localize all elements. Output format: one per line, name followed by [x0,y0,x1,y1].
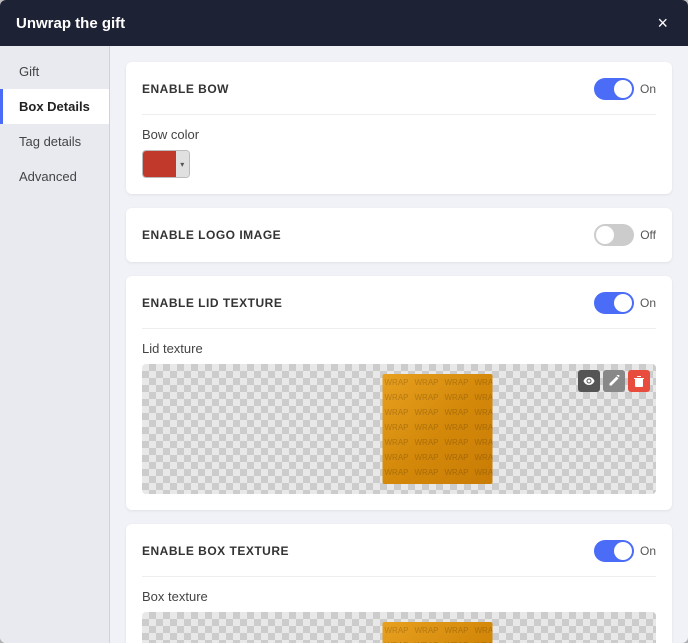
enable-lid-header: ENABLE LID TEXTURE On [142,292,656,314]
enable-logo-section: ENABLE LOGO IMAGE Off [126,208,672,262]
box-texture-image: WRAP [383,622,493,643]
sidebar: Gift Box Details Tag details Advanced [0,46,110,643]
lid-texture-image: WRAP [383,374,493,484]
toggle-thumb-logo [596,226,614,244]
close-button[interactable]: × [653,10,672,36]
modal-header: Unwrap the gift × [0,0,688,46]
lid-texture-pattern: WRAP [383,374,493,484]
main-content: ENABLE BOW On Bow color ▾ [110,46,688,643]
lid-texture-label: Lid texture [142,341,656,356]
enable-logo-title: ENABLE LOGO IMAGE [142,228,281,242]
enable-lid-title: ENABLE LID TEXTURE [142,296,282,310]
enable-bow-section: ENABLE BOW On Bow color ▾ [126,62,672,194]
enable-box-header: ENABLE BOX TEXTURE On [142,540,656,562]
modal: Unwrap the gift × Gift Box Details Tag d… [0,0,688,643]
lid-texture-preview: WRAP [142,364,656,494]
enable-bow-toggle[interactable] [594,78,634,100]
color-swatch [143,150,176,178]
box-texture-pattern: WRAP [383,622,493,643]
enable-bow-toggle-wrapper: On [594,78,656,100]
sidebar-item-advanced[interactable]: Advanced [0,159,109,194]
bow-color-picker[interactable]: ▾ [142,150,190,178]
lid-texture-delete-button[interactable] [628,370,650,392]
box-texture-container: Box texture WRAP [142,576,656,643]
trash-icon [633,375,645,387]
edit-icon [608,375,620,387]
enable-logo-toggle-label: Off [640,228,656,242]
toggle-thumb-lid [614,294,632,312]
sidebar-item-box-details[interactable]: Box Details [0,89,109,124]
enable-logo-toggle-wrapper: Off [594,224,656,246]
lid-texture-actions [578,370,650,392]
enable-logo-toggle[interactable] [594,224,634,246]
sidebar-item-gift[interactable]: Gift [0,54,109,89]
box-texture-preview: WRAP [142,612,656,643]
enable-lid-toggle-label: On [640,296,656,310]
bow-color-label: Bow color [142,127,656,142]
bow-color-container: Bow color ▾ [142,114,656,178]
modal-title: Unwrap the gift [16,15,125,32]
enable-lid-toggle-wrapper: On [594,292,656,314]
enable-bow-header: ENABLE BOW On [142,78,656,100]
enable-box-title: ENABLE BOX TEXTURE [142,544,289,558]
enable-box-toggle[interactable] [594,540,634,562]
toggle-thumb [614,80,632,98]
box-texture-label: Box texture [142,589,656,604]
sidebar-item-tag-details[interactable]: Tag details [0,124,109,159]
eye-icon [583,375,595,387]
lid-texture-container: Lid texture WRAP [142,328,656,494]
toggle-thumb-box [614,542,632,560]
enable-lid-toggle[interactable] [594,292,634,314]
modal-body: Gift Box Details Tag details Advanced EN… [0,46,688,643]
lid-texture-view-button[interactable] [578,370,600,392]
enable-lid-section: ENABLE LID TEXTURE On Lid texture [126,276,672,510]
lid-texture-edit-button[interactable] [603,370,625,392]
color-dropdown-arrow: ▾ [176,150,189,178]
enable-bow-toggle-label: On [640,82,656,96]
enable-box-toggle-wrapper: On [594,540,656,562]
enable-box-toggle-label: On [640,544,656,558]
enable-bow-title: ENABLE BOW [142,82,229,96]
enable-box-section: ENABLE BOX TEXTURE On Box texture [126,524,672,643]
enable-logo-header: ENABLE LOGO IMAGE Off [142,224,656,246]
